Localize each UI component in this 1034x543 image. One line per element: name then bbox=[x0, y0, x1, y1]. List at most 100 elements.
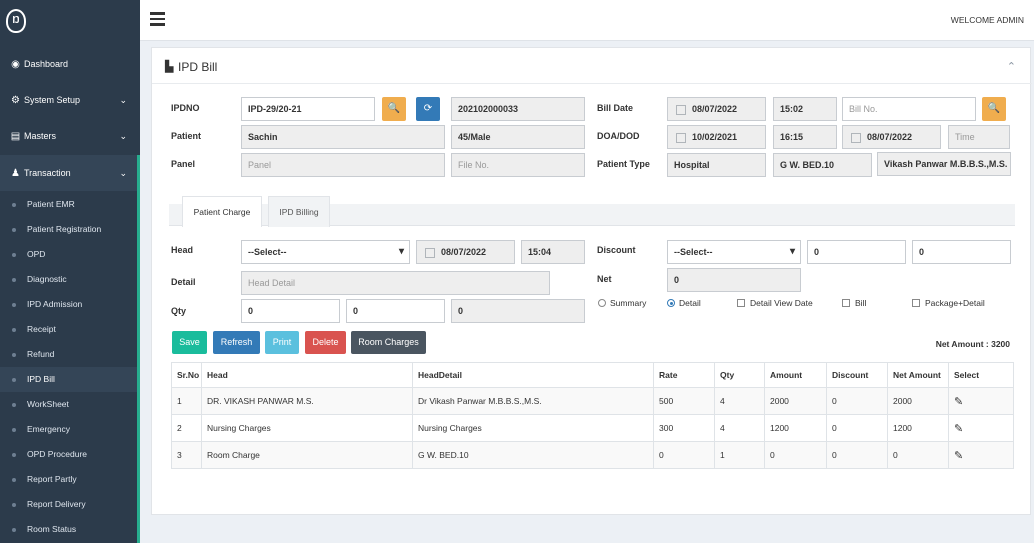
discount-amount-input[interactable]: 0 bbox=[912, 240, 1011, 264]
sidebar-subitem-ipd-bill[interactable]: IPD Bill bbox=[0, 367, 137, 392]
head-select[interactable]: --Select-- bbox=[241, 240, 410, 264]
app-logo: Ŋ bbox=[6, 9, 26, 33]
sidebar-subitem-patient-emr[interactable]: Patient EMR bbox=[0, 192, 137, 217]
active-section-indicator bbox=[137, 155, 140, 543]
registration-no-field: 202102000033 bbox=[451, 97, 585, 121]
head-detail-field[interactable]: Head Detail bbox=[241, 271, 550, 295]
sidebar-subitem-opd[interactable]: OPD bbox=[0, 242, 137, 267]
detail-view-date-checkbox[interactable]: Detail View Date bbox=[737, 298, 813, 308]
select-cell: ✎ bbox=[948, 387, 1014, 415]
sidebar-subitem-room-status[interactable]: Room Status bbox=[0, 517, 137, 542]
summary-radio[interactable]: Summary bbox=[598, 298, 646, 308]
panel-field: Panel bbox=[241, 153, 445, 177]
sidebar: Ŋ ◉ Dashboard ⚙ System Setup ⌄ ▤ Masters ⌄ … bbox=[0, 0, 140, 543]
sidebar-item-system-setup[interactable]: ⚙ System Setup ⌄ bbox=[0, 82, 140, 118]
sidebar-subitem-ipd-admission[interactable]: IPD Admission bbox=[0, 292, 137, 317]
sidebar-subitem-opd-procedure[interactable]: OPD Procedure bbox=[0, 442, 137, 467]
table-cell: 0 bbox=[826, 441, 888, 469]
sidebar-item-transaction[interactable]: ♟ Transaction ⌄ bbox=[0, 155, 140, 191]
tab-patient-charge[interactable]: Patient Charge bbox=[182, 196, 262, 227]
sidebar-item-label: System Setup bbox=[24, 95, 81, 105]
net-amount-total: Net Amount : 3200 bbox=[935, 339, 1010, 349]
table-cell: 1200 bbox=[887, 414, 949, 442]
sidebar-subitem-worksheet[interactable]: WorkSheet bbox=[0, 392, 137, 417]
table-cell: 1 bbox=[714, 441, 765, 469]
page-title: IPD Bill bbox=[178, 60, 218, 74]
delete-button[interactable]: Delete bbox=[305, 331, 346, 354]
search-bill-button[interactable]: 🔍 bbox=[982, 97, 1006, 121]
sidebar-subitem-emergency[interactable]: Emergency bbox=[0, 417, 137, 442]
sidebar-subitem-receipt[interactable]: Receipt bbox=[0, 317, 137, 342]
discount-percent-input[interactable]: 0 bbox=[807, 240, 906, 264]
package-detail-checkbox[interactable]: Package+Detail bbox=[912, 298, 985, 308]
doctor-field: Vikash Panwar M.B.B.S.,M.S. bbox=[877, 152, 1011, 176]
welcome-user-menu[interactable]: WELCOME ADMIN bbox=[951, 15, 1024, 25]
sidebar-item-label: Dashboard bbox=[24, 59, 69, 69]
sidebar-subitem-diagnostic[interactable]: Diagnostic bbox=[0, 267, 137, 292]
search-ipd-button[interactable]: 🔍 bbox=[382, 97, 406, 121]
tab-ipd-billing[interactable]: IPD Billing bbox=[268, 196, 330, 227]
select-cell: ✎ bbox=[948, 414, 1014, 442]
net-field: 0 bbox=[667, 268, 801, 292]
sidebar-item-dashboard[interactable]: ◉ Dashboard bbox=[0, 46, 140, 82]
edit-icon[interactable]: ✎ bbox=[954, 423, 963, 435]
select-cell: ✎ bbox=[948, 441, 1014, 469]
table-cell: 4 bbox=[714, 387, 765, 415]
table-row: 3 Room Charge G W. BED.10 0 1 0 0 0 ✎ bbox=[171, 441, 1014, 469]
rate-input[interactable]: 0 bbox=[346, 299, 445, 323]
discount-select[interactable]: --Select-- bbox=[667, 240, 801, 264]
search-icon: 🔍 bbox=[987, 103, 1001, 114]
sidebar-subitem-report-delivery[interactable]: Report Delivery bbox=[0, 492, 137, 517]
print-button[interactable]: Print bbox=[265, 331, 299, 354]
patient-type-label: Patient Type bbox=[597, 159, 650, 169]
table-cell: 500 bbox=[653, 387, 715, 415]
sidebar-item-masters[interactable]: ▤ Masters ⌄ bbox=[0, 118, 140, 154]
dod-date-field[interactable]: 08/07/2022 bbox=[842, 125, 941, 149]
column-header: Net Amount bbox=[887, 362, 949, 388]
charge-date-input[interactable]: 08/07/2022 bbox=[416, 240, 515, 264]
table-cell: 1 bbox=[171, 387, 202, 415]
table-cell: 1200 bbox=[764, 414, 827, 442]
save-button[interactable]: Save bbox=[172, 331, 207, 354]
bill-date-input[interactable]: 08/07/2022 bbox=[667, 97, 766, 121]
radio-label: Detail bbox=[679, 298, 701, 308]
table-cell: 2000 bbox=[764, 387, 827, 415]
checkbox-icon bbox=[737, 299, 745, 307]
bill-checkbox[interactable]: Bill bbox=[842, 298, 866, 308]
collapse-icon[interactable]: ⌃ bbox=[1007, 60, 1016, 73]
radio-label: Summary bbox=[610, 298, 647, 308]
column-header: Head bbox=[201, 362, 413, 388]
age-sex-field: 45/Male bbox=[451, 125, 585, 149]
ipd-bill-panel: ▙ IPD Bill ⌃ IPDNO IPD-29/20-21 🔍 ⟳ 2021… bbox=[151, 47, 1032, 515]
checkbox-label: Detail View Date bbox=[750, 298, 813, 308]
ipdno-input[interactable]: IPD-29/20-21 bbox=[241, 97, 375, 121]
sidebar-subitem-patient-registration[interactable]: Patient Registration bbox=[0, 217, 137, 242]
bed-field: G W. BED.10 bbox=[773, 153, 872, 177]
refresh-ipd-button[interactable]: ⟳ bbox=[416, 97, 440, 121]
table-cell: 2 bbox=[171, 414, 202, 442]
edit-icon[interactable]: ✎ bbox=[954, 396, 963, 408]
table-cell: 0 bbox=[826, 387, 888, 415]
ipdno-label: IPDNO bbox=[171, 103, 200, 113]
detail-radio[interactable]: Detail bbox=[667, 298, 701, 308]
room-charges-button[interactable]: Room Charges bbox=[351, 331, 426, 354]
bill-no-input[interactable]: Bill No. bbox=[842, 97, 976, 121]
refresh-button[interactable]: Refresh bbox=[213, 331, 260, 354]
chevron-down-icon: ⌄ bbox=[119, 167, 127, 178]
table-cell: Nursing Charges bbox=[201, 414, 413, 442]
sidebar-subitem-refund[interactable]: Refund bbox=[0, 342, 137, 367]
table-cell: DR. VIKASH PANWAR M.S. bbox=[201, 387, 413, 415]
column-header: HeadDetail bbox=[412, 362, 654, 388]
chevron-down-icon: ⌄ bbox=[119, 130, 127, 141]
bill-time-input[interactable]: 15:02 bbox=[773, 97, 837, 121]
table-cell: 0 bbox=[653, 441, 715, 469]
edit-icon[interactable]: ✎ bbox=[954, 450, 963, 462]
patient-name-field: Sachin bbox=[241, 125, 445, 149]
menu-toggle-icon[interactable] bbox=[150, 12, 165, 26]
top-header: WELCOME ADMIN bbox=[140, 0, 1034, 41]
sidebar-subitem-report-partly[interactable]: Report Partly bbox=[0, 467, 137, 492]
charge-time-input[interactable]: 15:04 bbox=[521, 240, 585, 264]
search-icon: 🔍 bbox=[387, 103, 401, 114]
qty-input[interactable]: 0 bbox=[241, 299, 340, 323]
dod-time-field[interactable]: Time bbox=[948, 125, 1010, 149]
